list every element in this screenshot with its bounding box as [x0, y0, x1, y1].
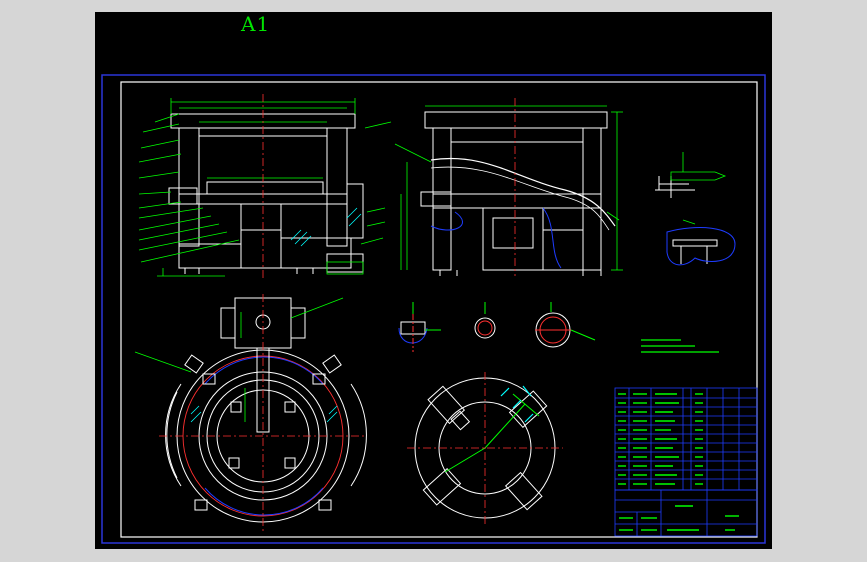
section-b: [474, 302, 496, 339]
front-view-dimensions: [138, 98, 392, 277]
front-section-view: [168, 113, 364, 274]
parts-list-entries: [618, 393, 703, 485]
inner-border: [120, 81, 758, 538]
detail-view-clip: [672, 239, 718, 264]
plan-view-centerlines: [159, 294, 367, 534]
plan-view: [165, 297, 367, 523]
cad-drawing: [101, 74, 766, 544]
technical-notes: [641, 339, 719, 353]
detail-view-clamp: [655, 176, 695, 198]
cad-viewport[interactable]: A1: [95, 12, 772, 549]
section-c: [535, 302, 596, 348]
rotated-plan-hatching: [500, 385, 534, 423]
side-view-curved-feature: [430, 157, 616, 227]
side-view-hidden-curve: [430, 211, 463, 231]
rotated-plan-centerlines: [407, 372, 563, 526]
plan-view-hatching: [190, 405, 338, 423]
title-block: [614, 489, 758, 537]
side-section-view: [420, 111, 608, 276]
side-view-dimensions: [394, 105, 623, 271]
section-a: [398, 302, 441, 352]
